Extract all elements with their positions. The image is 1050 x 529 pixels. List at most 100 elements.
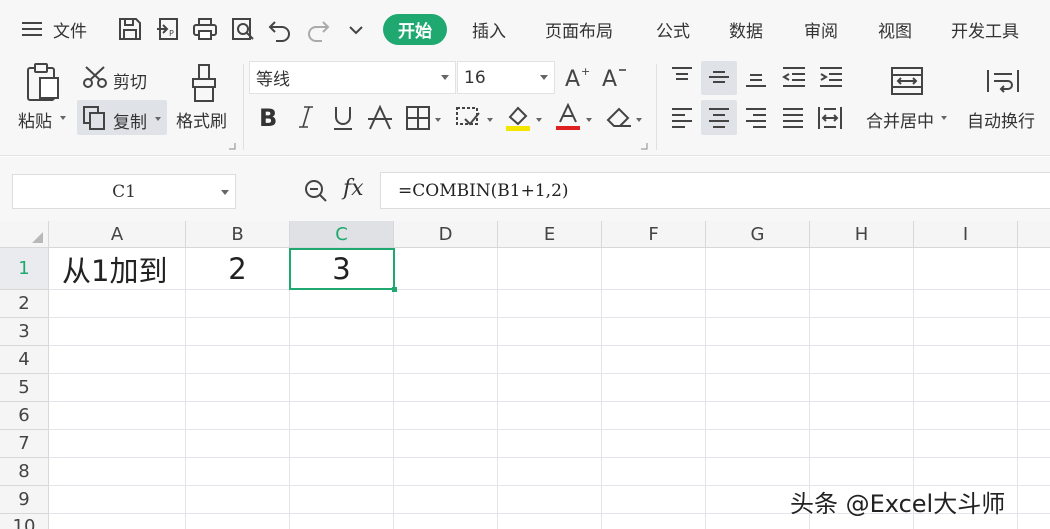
align-right-icon[interactable]: [744, 107, 768, 129]
cell-style-icon[interactable]: [455, 105, 483, 131]
column-header-a[interactable]: A: [49, 221, 186, 248]
column-header-d[interactable]: D: [394, 221, 498, 248]
row-header-4[interactable]: 4: [0, 346, 49, 374]
copy-icon: [82, 105, 106, 131]
column-header-g[interactable]: G: [706, 221, 810, 248]
decrease-font-size-icon[interactable]: A: [601, 64, 629, 90]
borders-icon[interactable]: [405, 105, 431, 131]
row-header-3[interactable]: 3: [0, 318, 49, 346]
gridline: [49, 345, 1050, 346]
row-header-7[interactable]: 7: [0, 430, 49, 458]
merge-center-icon[interactable]: [890, 66, 924, 96]
column-header-h[interactable]: H: [810, 221, 914, 248]
insert-function-button[interactable]: fx: [343, 176, 364, 201]
print-icon[interactable]: [192, 16, 218, 42]
row-header-8[interactable]: 8: [0, 458, 49, 486]
cut-button-label[interactable]: 剪切: [113, 68, 147, 93]
file-menu[interactable]: 文件: [22, 0, 87, 58]
bold-icon[interactable]: B: [258, 104, 280, 130]
cell-b1[interactable]: 2: [186, 249, 289, 289]
font-color-icon[interactable]: [554, 103, 582, 133]
borders-dropdown-icon[interactable]: [435, 118, 441, 122]
column-header-c[interactable]: C: [290, 221, 394, 248]
tab-view[interactable]: 视图: [878, 0, 912, 58]
column-header-b[interactable]: B: [186, 221, 290, 248]
font-size-dropdown-icon: [540, 75, 548, 80]
tab-formulas[interactable]: 公式: [656, 0, 690, 58]
align-bottom-icon[interactable]: [744, 66, 768, 88]
gridline: [289, 248, 290, 529]
tab-developer[interactable]: 开发工具: [951, 0, 1019, 58]
tab-insert[interactable]: 插入: [472, 0, 506, 58]
gridline: [49, 317, 1050, 318]
font-size-select[interactable]: 16: [457, 61, 555, 94]
row-header-10[interactable]: 10: [0, 514, 49, 529]
paste-dropdown-icon[interactable]: [60, 116, 66, 120]
copy-dropdown-icon[interactable]: [155, 117, 161, 121]
align-left-icon[interactable]: [670, 107, 694, 129]
format-painter-icon[interactable]: [190, 63, 218, 103]
decrease-indent-icon[interactable]: [781, 66, 807, 88]
tab-page-layout[interactable]: 页面布局: [545, 0, 613, 58]
row-header-9[interactable]: 9: [0, 486, 49, 514]
fill-color-dropdown-icon[interactable]: [536, 118, 542, 122]
name-box[interactable]: C1: [12, 174, 236, 209]
column-header-f[interactable]: F: [602, 221, 706, 248]
column-header-i[interactable]: I: [914, 221, 1018, 248]
underline-icon[interactable]: [331, 104, 355, 132]
wrap-text-icon[interactable]: [986, 66, 1020, 96]
hamburger-icon: [22, 22, 42, 36]
watermark: 头条 @Excel大斗师: [790, 490, 1006, 518]
save-icon[interactable]: [117, 16, 143, 42]
export-icon[interactable]: P: [155, 16, 181, 42]
scissors-icon[interactable]: [82, 65, 108, 89]
wrap-text-label[interactable]: 自动换行: [967, 107, 1035, 132]
zoom-icon[interactable]: [303, 178, 329, 208]
clipboard-dialog-launcher-icon[interactable]: [228, 142, 236, 150]
select-all-corner[interactable]: [0, 221, 49, 248]
customize-dropdown-icon[interactable]: [343, 16, 369, 42]
undo-icon[interactable]: [267, 16, 293, 42]
gridline: [497, 248, 498, 529]
formula-input[interactable]: =COMBIN(B1+1,2): [380, 172, 1050, 209]
row-header-6[interactable]: 6: [0, 402, 49, 430]
distributed-align-icon[interactable]: [817, 105, 843, 131]
clear-format-dropdown-icon[interactable]: [636, 118, 642, 122]
merge-center-label[interactable]: 合并居中: [866, 107, 934, 132]
redo-icon[interactable]: [305, 16, 331, 42]
tab-review[interactable]: 审阅: [804, 0, 838, 58]
strikethrough-icon[interactable]: [367, 104, 393, 132]
paste-icon[interactable]: [25, 62, 61, 102]
fill-color-icon[interactable]: [504, 104, 532, 132]
row-header-2[interactable]: 2: [0, 290, 49, 318]
format-painter-label[interactable]: 格式刷: [176, 107, 227, 132]
svg-text:+: +: [581, 65, 590, 78]
font-color-dropdown-icon[interactable]: [586, 118, 592, 122]
separator: [656, 64, 657, 150]
merge-center-dropdown-icon[interactable]: [941, 116, 947, 120]
spreadsheet-grid[interactable]: A B C D E F G H I 1 2 3 4 5 6 7 8 9 10 从…: [0, 221, 1050, 529]
justify-icon[interactable]: [781, 107, 805, 129]
tab-home[interactable]: 开始: [383, 14, 447, 45]
ribbon: 粘贴 剪切 复制 格式刷 等线 16 A + A B 合并居中 自动换行: [0, 58, 1050, 156]
clear-format-icon[interactable]: [605, 105, 633, 131]
active-cell-cursor[interactable]: [289, 248, 397, 292]
row-header-5[interactable]: 5: [0, 374, 49, 402]
align-top-icon[interactable]: [670, 66, 694, 88]
align-center-icon: [707, 107, 731, 129]
font-dialog-launcher-icon[interactable]: [640, 142, 648, 150]
row-header-1[interactable]: 1: [0, 248, 49, 290]
column-header-partial[interactable]: [1018, 221, 1050, 248]
column-header-e[interactable]: E: [498, 221, 602, 248]
cell-a1[interactable]: 从1加到: [50, 249, 185, 289]
italic-icon[interactable]: [297, 104, 315, 130]
increase-font-size-icon[interactable]: A +: [564, 64, 592, 90]
font-name-select[interactable]: 等线: [249, 61, 456, 94]
tab-data[interactable]: 数据: [729, 0, 763, 58]
formula-text: =COMBIN(B1+1,2): [398, 180, 569, 201]
increase-indent-icon[interactable]: [818, 66, 844, 88]
cell-style-dropdown-icon[interactable]: [487, 118, 493, 122]
menu-bar: 文件 P 开始 插入 页面布局 公式 数据 审阅 视图 开发工具: [0, 0, 1050, 58]
paste-button-label[interactable]: 粘贴: [18, 107, 52, 132]
print-preview-icon[interactable]: [230, 16, 256, 42]
